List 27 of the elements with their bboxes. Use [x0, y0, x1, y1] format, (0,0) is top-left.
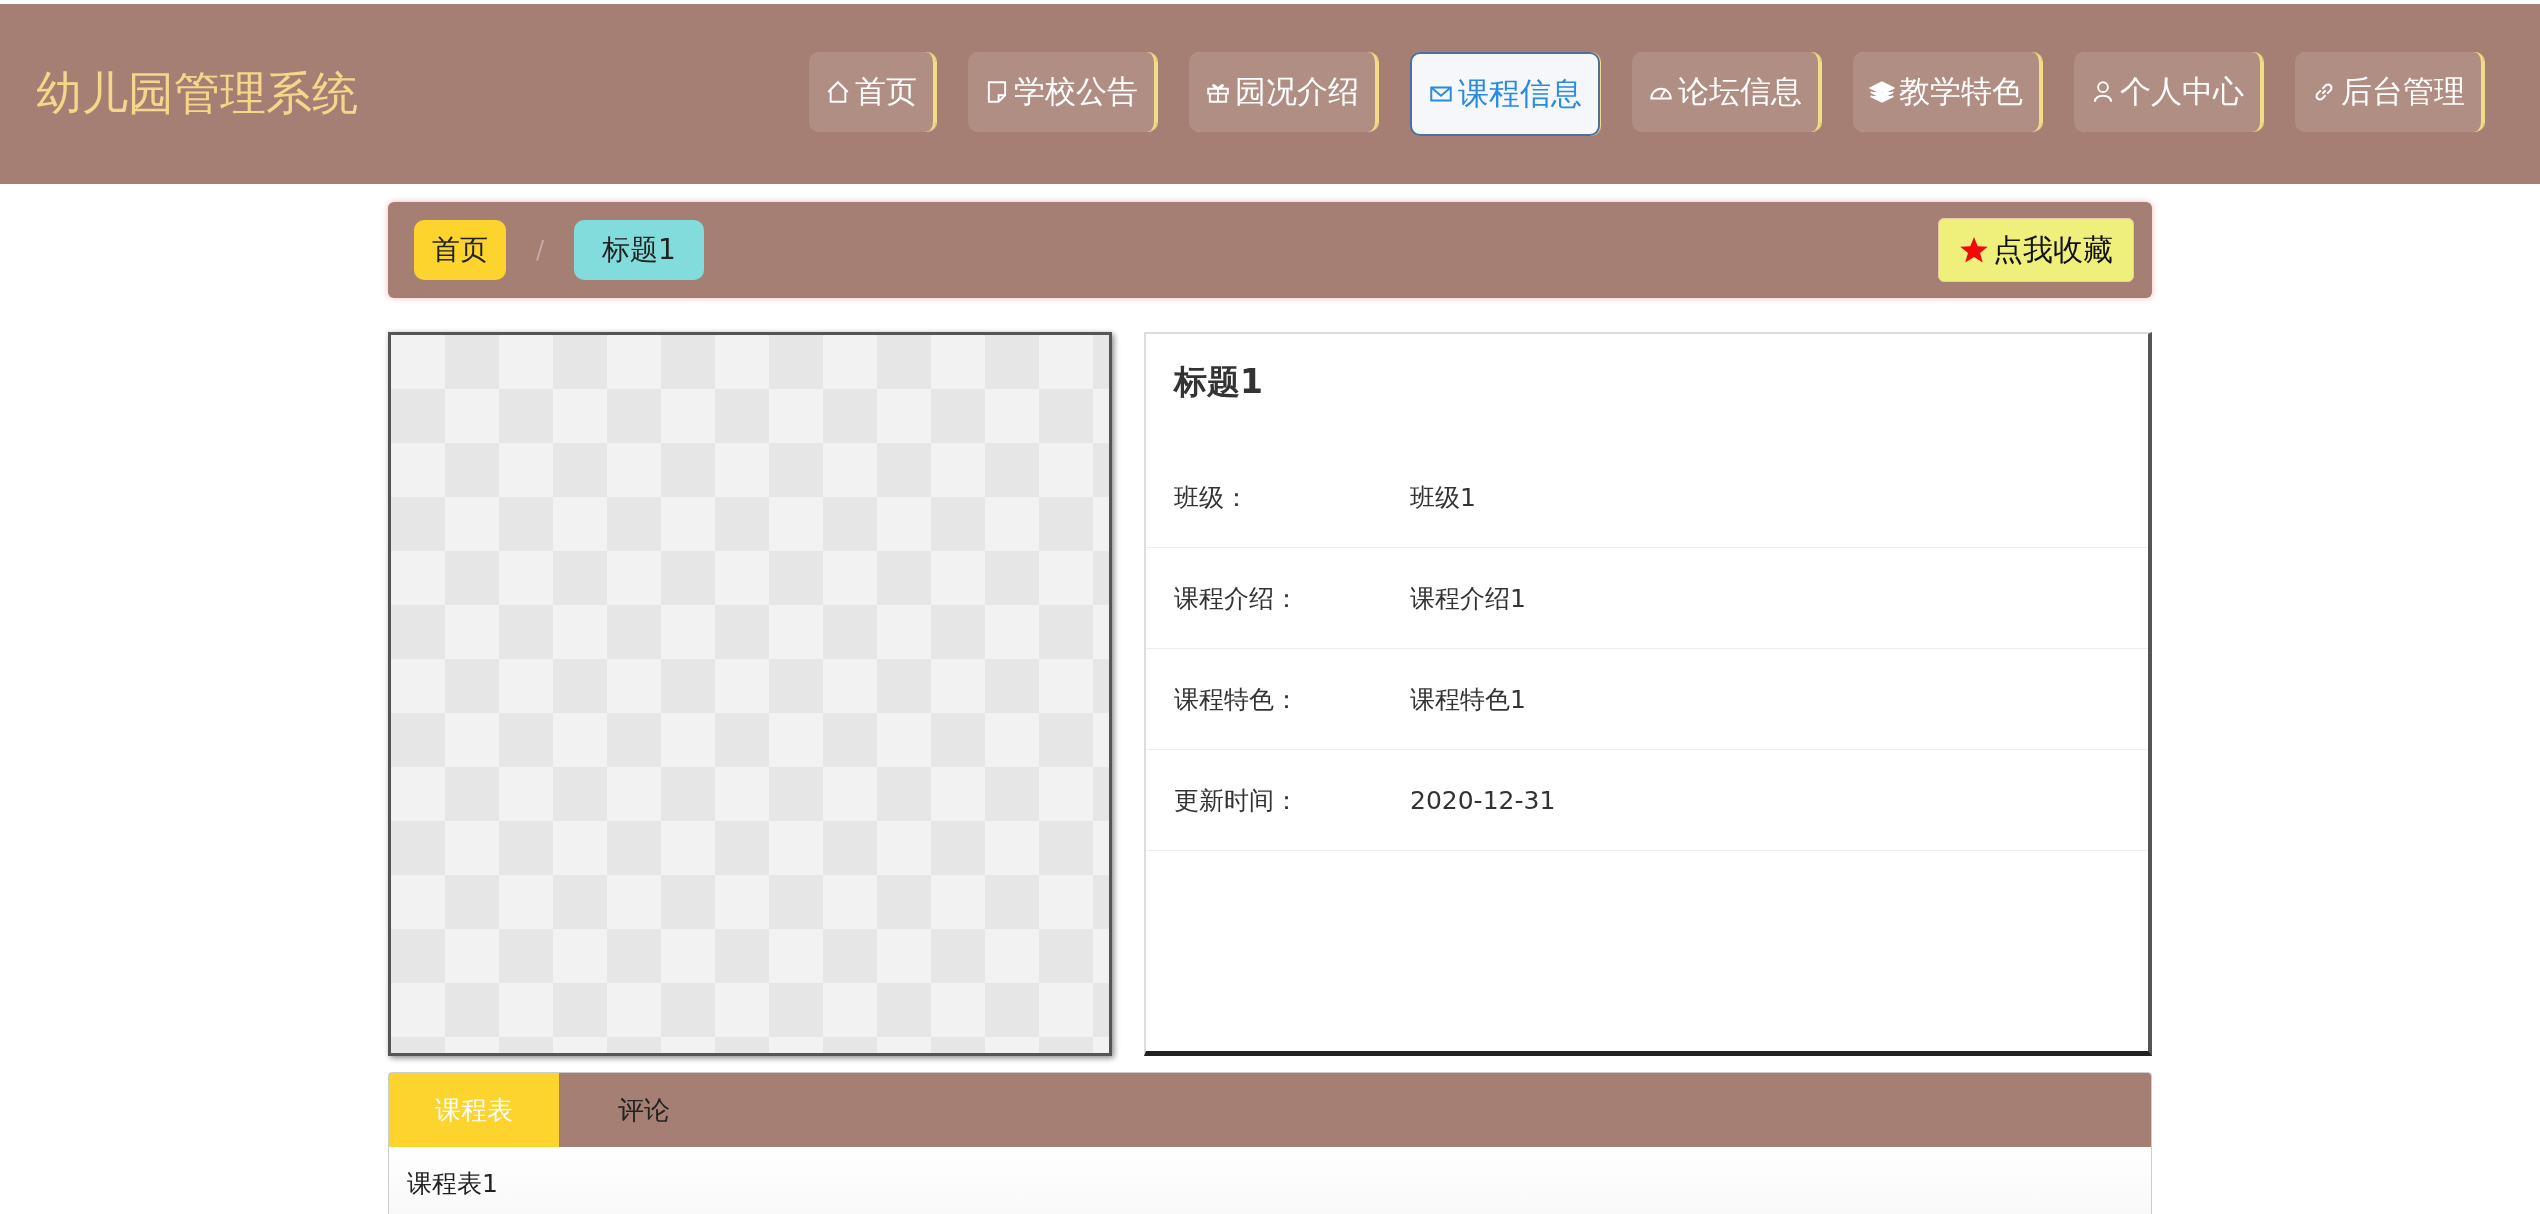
star-icon: [1959, 235, 1989, 265]
field-value: 课程特色1: [1410, 683, 1526, 716]
field-label: 课程介绍：: [1174, 582, 1300, 615]
detail-title: 标题1: [1172, 361, 1264, 403]
tab[interactable]: 评论: [559, 1073, 729, 1147]
nav-link[interactable]: 园况介绍: [1189, 52, 1378, 132]
field-label: 课程特色：: [1174, 683, 1300, 716]
breadcrumb-link[interactable]: 首页: [414, 220, 506, 280]
nav-link[interactable]: 课程信息: [1410, 52, 1600, 136]
field-label: 更新时间：: [1174, 784, 1300, 817]
nav-link[interactable]: 学校公告: [968, 52, 1157, 132]
nav-link[interactable]: 论坛信息: [1632, 52, 1821, 132]
field-value: 课程介绍1: [1410, 582, 1526, 615]
favorite-button[interactable]: 点我收藏: [1938, 218, 2134, 282]
field-label: 班级：: [1174, 481, 1250, 514]
nav-link[interactable]: 教学特色: [1853, 52, 2042, 132]
tab-content-text: 课程表1: [407, 1169, 498, 1198]
field-value: 班级1: [1410, 481, 1476, 514]
nav-link[interactable]: 后台管理: [2295, 52, 2484, 132]
nav-link[interactable]: 首页: [809, 52, 936, 132]
breadcrumb-link[interactable]: 标题1: [574, 220, 704, 280]
nav-link[interactable]: 个人中心: [2074, 52, 2263, 132]
breadcrumb-separator: /: [536, 236, 545, 264]
field-value: 2020-12-31: [1410, 785, 1556, 815]
layers-icon: [1869, 79, 1895, 105]
home-icon: [825, 79, 851, 105]
site-title: 幼儿园管理系统: [36, 65, 358, 122]
